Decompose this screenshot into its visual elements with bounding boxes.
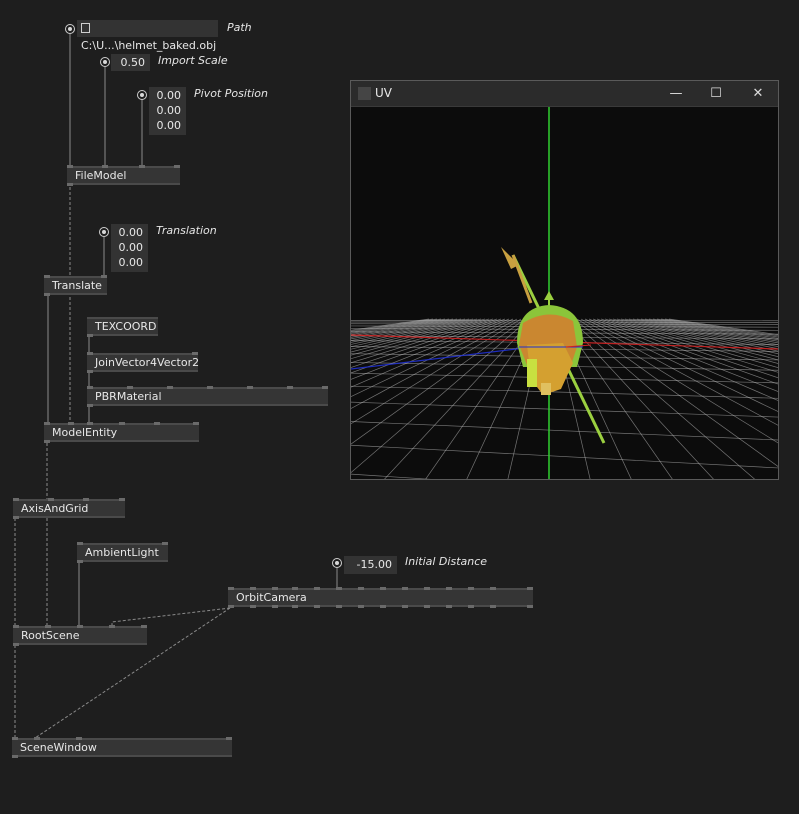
translation-input[interactable]: 0.00 0.00 0.00 [111, 224, 148, 272]
node-joinvector4vector2[interactable]: JoinVector4Vector2 [87, 352, 200, 373]
path-input[interactable]: C:\U...\helmet_baked.obj [77, 20, 218, 52]
pivot-x-value[interactable]: 0.00 [154, 88, 182, 103]
node-pbrmaterial[interactable]: PBRMaterial [87, 386, 328, 407]
path-label: Path [227, 21, 252, 34]
minimize-icon: — [669, 86, 683, 101]
render-window[interactable]: UV — ☐ ✕ [350, 80, 779, 480]
close-button[interactable]: ✕ [738, 81, 778, 106]
initial-distance-input[interactable]: -15.00 [344, 556, 397, 574]
node-ambientlight[interactable]: AmbientLight [77, 542, 168, 563]
node-texcoord-label: TEXCOORD [95, 320, 157, 333]
import-scale-pin[interactable] [100, 57, 110, 67]
minimize-button[interactable]: — [656, 81, 696, 106]
import-scale-input[interactable]: 0.50 [111, 54, 150, 71]
node-joinvector-label: JoinVector4Vector2 [95, 356, 200, 369]
node-filemodel[interactable]: FileModel [67, 165, 180, 186]
node-orbitcamera-label: OrbitCamera [236, 591, 307, 604]
close-icon: ✕ [752, 86, 764, 101]
pivot-position-input[interactable]: 0.00 0.00 0.00 [149, 87, 186, 135]
maximize-icon: ☐ [710, 86, 722, 101]
node-modelentity-label: ModelEntity [52, 426, 118, 439]
node-pbrmaterial-label: PBRMaterial [95, 390, 162, 403]
pivot-position-label: Pivot Position [194, 87, 268, 100]
node-orbitcamera[interactable]: OrbitCamera [228, 587, 533, 608]
render-window-title: UV [375, 86, 392, 100]
pivot-position-pin[interactable] [137, 90, 147, 100]
initial-distance-pin[interactable] [332, 558, 342, 568]
node-axisandgrid-label: AxisAndGrid [21, 502, 89, 515]
translation-pin[interactable] [99, 227, 109, 237]
translation-x-value[interactable]: 0.00 [116, 225, 144, 240]
node-filemodel-label: FileModel [75, 169, 127, 182]
node-translate-label: Translate [52, 279, 102, 292]
node-ambientlight-label: AmbientLight [85, 546, 159, 559]
import-scale-label: Import Scale [158, 54, 228, 67]
node-axisandgrid[interactable]: AxisAndGrid [13, 498, 125, 519]
node-translate[interactable]: Translate [44, 275, 107, 296]
maximize-button[interactable]: ☐ [696, 81, 736, 106]
file-browse-icon[interactable] [81, 23, 90, 33]
node-scenewindow[interactable]: SceneWindow [12, 737, 232, 758]
node-rootscene-label: RootScene [21, 629, 80, 642]
render-window-titlebar[interactable]: UV — ☐ ✕ [351, 81, 778, 107]
initial-distance-label: Initial Distance [405, 555, 488, 568]
path-pin[interactable] [65, 24, 75, 34]
pivot-z-value[interactable]: 0.00 [154, 118, 182, 133]
path-value: C:\U...\helmet_baked.obj [81, 39, 217, 52]
3d-viewport[interactable] [351, 107, 778, 479]
pivot-y-value[interactable]: 0.00 [154, 103, 182, 118]
translation-z-value[interactable]: 0.00 [116, 255, 144, 270]
node-scenewindow-label: SceneWindow [20, 741, 97, 754]
node-modelentity[interactable]: ModelEntity [44, 422, 199, 443]
app-icon [358, 87, 371, 100]
translation-y-value[interactable]: 0.00 [116, 240, 144, 255]
node-rootscene[interactable]: RootScene [13, 625, 147, 646]
node-texcoord[interactable]: TEXCOORD [87, 317, 158, 337]
translation-label: Translation [156, 224, 217, 237]
